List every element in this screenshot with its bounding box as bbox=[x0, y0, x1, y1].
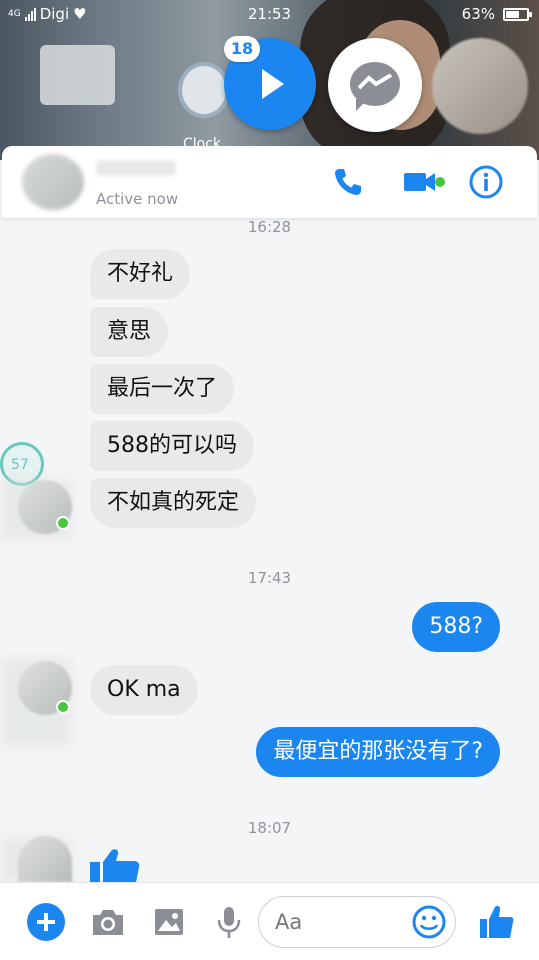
incoming-message[interactable]: 最后一次了 bbox=[90, 364, 235, 414]
image-icon[interactable] bbox=[150, 903, 188, 941]
conversation-header: Active now bbox=[2, 146, 537, 218]
wallpaper-clock-icon bbox=[178, 62, 230, 118]
phone-icon[interactable] bbox=[330, 164, 366, 200]
microphone-icon[interactable] bbox=[210, 903, 248, 941]
battery-icon bbox=[503, 7, 532, 21]
contact-avatar[interactable] bbox=[22, 154, 84, 210]
timestamp: 17:43 bbox=[247, 569, 292, 587]
incoming-message[interactable]: OK ma bbox=[90, 665, 198, 715]
thumbs-up-sticker-icon[interactable] bbox=[88, 848, 142, 882]
incoming-message[interactable]: 不好礼 bbox=[90, 249, 191, 299]
sender-online-dot bbox=[56, 700, 70, 714]
contact-name-blurred bbox=[96, 160, 176, 176]
camera-icon[interactable] bbox=[89, 903, 127, 941]
status-bar: 4G Digi ♥ 21:53 63% bbox=[0, 0, 539, 30]
plus-icon[interactable] bbox=[27, 903, 65, 941]
play-icon bbox=[262, 69, 284, 99]
outgoing-message[interactable]: 最便宜的那张没有了? bbox=[256, 727, 500, 777]
online-indicator bbox=[435, 177, 445, 187]
clock-time: 21:53 bbox=[247, 5, 292, 23]
composer-bar bbox=[0, 882, 539, 960]
battery-percent: 63% bbox=[461, 5, 495, 23]
battery-fill bbox=[506, 10, 519, 18]
incoming-message[interactable]: 不如真的死定 bbox=[90, 478, 257, 528]
incoming-message[interactable]: 588的可以吗 bbox=[90, 421, 254, 471]
emoji-icon[interactable] bbox=[410, 903, 448, 941]
status-right: 63% bbox=[461, 5, 532, 23]
active-status: Active now bbox=[96, 190, 179, 208]
timestamp: 16:28 bbox=[247, 218, 292, 236]
timestamp: 18:07 bbox=[247, 819, 292, 837]
thumbs-up-icon[interactable] bbox=[477, 903, 515, 941]
messenger-bolt-icon bbox=[358, 74, 392, 90]
info-icon[interactable] bbox=[468, 164, 504, 200]
video-camera-icon[interactable] bbox=[402, 164, 438, 200]
message-list[interactable]: 16:28 不好礼 意思 最后一次了 588的可以吗 不如真的死定 57 17:… bbox=[0, 218, 539, 882]
sender-avatar[interactable] bbox=[18, 836, 72, 882]
messenger-chat-head[interactable] bbox=[328, 38, 422, 132]
incoming-message[interactable]: 意思 bbox=[90, 307, 169, 357]
wallpaper-app-icon bbox=[40, 45, 115, 105]
sender-online-dot bbox=[56, 516, 70, 530]
unread-badge: 18 bbox=[224, 36, 260, 62]
contact-chat-head[interactable] bbox=[432, 38, 528, 134]
outgoing-message[interactable]: 588? bbox=[412, 602, 500, 652]
